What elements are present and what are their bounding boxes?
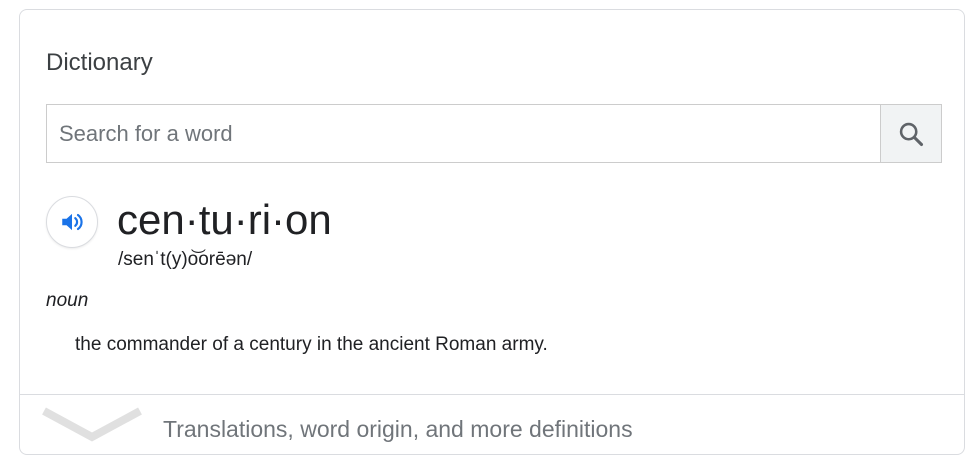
chevron-down-icon — [42, 407, 142, 442]
search-box — [46, 104, 942, 163]
card-title: Dictionary — [46, 49, 153, 76]
phonetic-spelling: /senˈt(y)o͝orēən/ — [118, 249, 253, 270]
search-input[interactable] — [47, 105, 880, 162]
part-of-speech: noun — [46, 290, 89, 311]
headword: cen·tu·ri·on — [117, 196, 332, 243]
search-button[interactable] — [880, 105, 941, 162]
search-icon — [899, 122, 924, 146]
dictionary-card: Dictionary cen·tu·ri·on /senˈt(y)o͝orēən… — [19, 9, 965, 455]
speaker-icon — [62, 213, 83, 231]
definition-text: the commander of a century in the ancien… — [75, 334, 548, 355]
pronunciation-audio-button[interactable] — [46, 196, 98, 248]
more-definitions-link[interactable]: Translations, word origin, and more defi… — [20, 394, 964, 454]
more-definitions-label: Translations, word origin, and more defi… — [163, 416, 633, 442]
